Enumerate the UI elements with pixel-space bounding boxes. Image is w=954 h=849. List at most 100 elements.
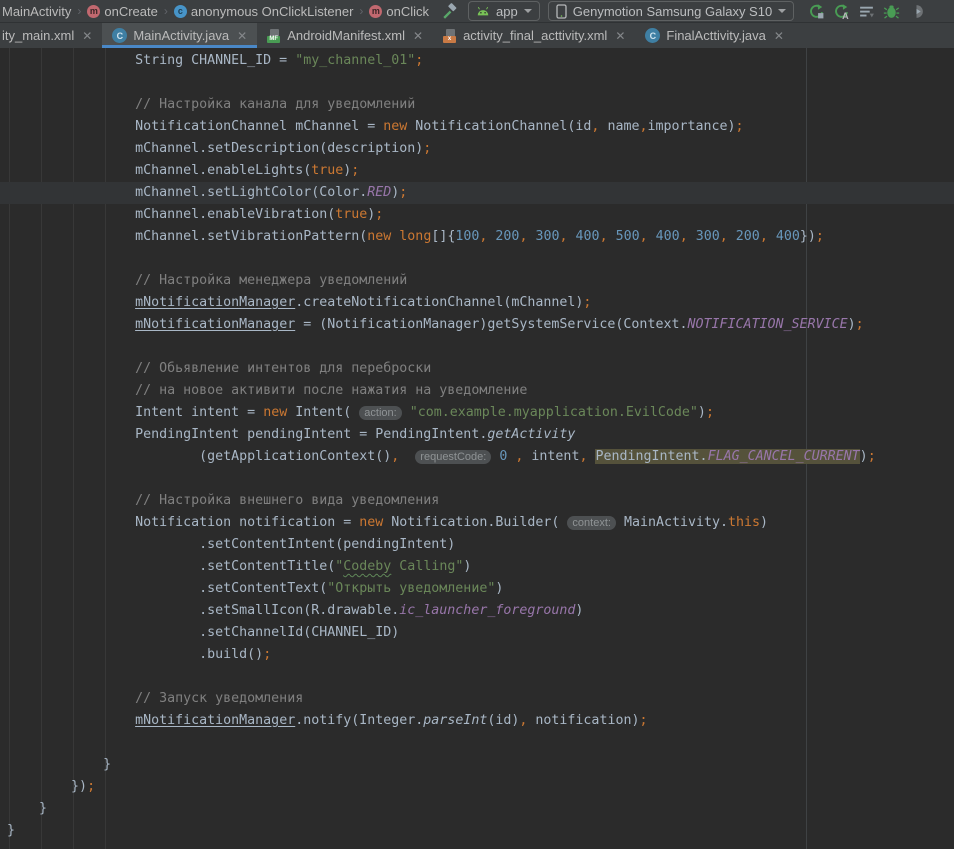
tab-finalacttivity-java[interactable]: FinalActtivity.java [635,23,794,48]
svg-text:A: A [842,10,849,19]
xml-file-icon: x [443,29,457,43]
code-line[interactable]: PendingIntent pendingIntent = PendingInt… [0,424,954,446]
code-token: ) [860,449,868,464]
java-class-icon [112,28,127,43]
code-line[interactable]: // Настройка канала для уведомлений [0,94,954,116]
code-line[interactable]: .setContentIntent(pendingIntent) [0,534,954,556]
code-line[interactable] [0,732,954,754]
code-line[interactable]: } [0,754,954,776]
tab-mainactivity-java[interactable]: MainActivity.java [102,23,257,48]
apply-changes-icon[interactable] [805,1,827,21]
tab-activity-final-acttivity-xml[interactable]: x activity_final_acttivity.xml [433,23,635,48]
code-token [402,405,410,420]
code-line[interactable]: .setContentText("Открыть уведомление") [0,578,954,600]
code-token: RED [367,185,391,200]
close-tab-icon[interactable] [237,29,247,43]
code-token [648,229,656,244]
code-token: NOTIFICATION_SERVICE [687,317,847,332]
code-line[interactable]: } [0,820,954,842]
close-tab-icon[interactable] [413,29,423,43]
code-line[interactable]: mChannel.setVibrationPattern(new long[]{… [0,226,954,248]
code-line[interactable]: .setContentTitle("Codeby Calling") [0,556,954,578]
breadcrumb-onclick[interactable]: m onClick [369,4,429,19]
code-token: Calling" [391,559,463,574]
code-line[interactable] [0,248,954,270]
code-line[interactable]: mChannel.enableLights(true); [0,160,954,182]
debug-icon[interactable] [880,1,902,21]
code-token: ; [816,229,824,244]
code-token: ; [736,119,744,134]
code-line[interactable]: mChannel.enableVibration(true); [0,204,954,226]
code-token: 400 [656,229,680,244]
breadcrumb-label: anonymous OnClickListener [191,4,354,19]
tab-label: AndroidManifest.xml [287,28,405,43]
code-token [608,229,616,244]
code-token: ; [639,713,647,728]
code-line[interactable]: mNotificationManager.createNotificationC… [0,292,954,314]
code-token: 200 [495,229,519,244]
close-tab-icon[interactable] [82,29,92,43]
profiler-icon[interactable] [855,1,877,21]
code-line[interactable]: String CHANNEL_ID = "my_channel_01"; [0,50,954,72]
attach-debugger-icon[interactable] [905,1,927,21]
breadcrumb-label: onCreate [104,4,157,19]
tab-androidmanifest-xml[interactable]: MF AndroidManifest.xml [257,23,433,48]
code-token: (getApplicationContext() [7,449,391,464]
code-line[interactable]: .setSmallIcon(R.drawable.ic_launcher_for… [0,600,954,622]
code-line[interactable]: .build(); [0,644,954,666]
code-token: true [311,163,343,178]
run-configuration-select[interactable]: app [468,1,540,21]
method-icon: m [369,5,382,18]
breadcrumb-class[interactable]: MainActivity [2,4,71,19]
code-token: .setChannelId(CHANNEL_ID) [7,625,399,640]
code-token: ) [463,559,471,574]
code-line[interactable]: mNotificationManager = (NotificationMana… [0,314,954,336]
code-token: 300 [696,229,720,244]
code-line[interactable]: } [0,798,954,820]
code-token: Intent( [287,405,359,420]
code-line[interactable]: // Обьявление интентов для переброски [0,358,954,380]
run-configuration-label: app [496,4,518,19]
breadcrumb-separator-icon [164,4,168,18]
code-token: ) [848,317,856,332]
code-line[interactable]: (getApplicationContext(), requestCode: 0… [0,446,954,468]
code-line[interactable]: .setChannelId(CHANNEL_ID) [0,622,954,644]
code-line[interactable]: mChannel.setLightColor(Color.RED); [0,182,954,204]
close-tab-icon[interactable] [774,29,784,43]
code-token: long [399,229,431,244]
code-token: Notification.Builder( [383,515,567,530]
device-select[interactable]: Genymotion Samsung Galaxy S10 [548,1,794,21]
code-line[interactable] [0,72,954,94]
close-tab-icon[interactable] [615,29,625,43]
code-line[interactable]: Intent intent = new Intent( action: "com… [0,402,954,424]
code-line[interactable]: // Настройка внешнего вида уведомления [0,490,954,512]
breadcrumb-anonymous-class[interactable]: c anonymous OnClickListener [174,4,354,19]
code-line[interactable]: // Настройка менеджера уведомлений [0,270,954,292]
code-line[interactable]: mNotificationManager.notify(Integer.pars… [0,710,954,732]
code-token: = (NotificationManager)getSystemService(… [295,317,687,332]
tab-label: MainActivity.java [133,28,229,43]
code-line[interactable] [0,666,954,688]
code-editor[interactable]: String CHANNEL_ID = "my_channel_01"; // … [0,48,954,849]
apply-code-changes-icon[interactable]: A [830,1,852,21]
build-hammer-icon[interactable] [438,1,460,21]
code-line[interactable]: NotificationChannel mChannel = new Notif… [0,116,954,138]
code-line[interactable]: // на новое активити после нажатия на ув… [0,380,954,402]
code-token: ) [575,603,583,618]
code-token: } [7,823,15,838]
code-token: .setContentTitle( [7,559,335,574]
code-token: ) [495,581,503,596]
breadcrumb-oncreate[interactable]: m onCreate [87,4,157,19]
code-line[interactable]: }); [0,776,954,798]
code-area: String CHANNEL_ID = "my_channel_01"; // … [0,48,954,842]
code-token: mChannel.setVibrationPattern( [7,229,367,244]
tab-activity-main-xml[interactable]: ity_main.xml [0,23,102,48]
code-line[interactable] [0,336,954,358]
code-token: ; [351,163,359,178]
code-line[interactable]: Notification notification = new Notifica… [0,512,954,534]
code-line[interactable] [0,468,954,490]
code-line[interactable]: mChannel.setDescription(description); [0,138,954,160]
code-token [688,229,696,244]
code-token [7,713,135,728]
code-line[interactable]: // Запуск уведомления [0,688,954,710]
